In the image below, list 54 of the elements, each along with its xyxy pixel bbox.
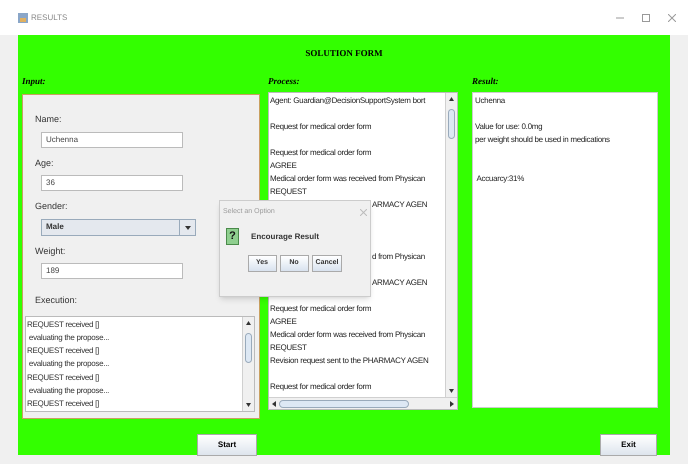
form-heading: SOLUTION FORM [305,47,383,60]
gender-dropdown[interactable]: Male [41,218,196,236]
section-label: Input: [22,74,47,88]
text-line: ARMACY AGEN [372,199,428,211]
text-line: Accuarcy:31% [475,173,524,185]
text-line: ARMACY AGEN [372,277,428,289]
section-label: Result: [472,74,500,88]
close-icon[interactable] [360,208,367,216]
text-line: Request for medical order form [270,147,372,159]
start-button[interactable]: Start [197,434,257,456]
field-label: Gender: [35,200,68,213]
maximize-icon[interactable] [642,14,650,22]
vertical-scrollbar[interactable] [242,316,254,410]
text-line: REQUEST [270,342,308,354]
scroll-thumb[interactable] [448,109,455,139]
close-icon[interactable] [668,14,676,22]
text-line: Medical order form was received from Physican [270,329,426,341]
scroll-thumb[interactable] [245,332,252,362]
log-line: evaluating the propose... [28,358,110,370]
text-line: d from Physican [372,251,425,263]
field-label: Weight: [35,244,66,258]
horizontal-scrollbar[interactable] [269,397,457,409]
log-line: evaluating the propose... [28,384,110,397]
text-line: AGREE [270,316,298,328]
text-line: Agent: Guardian@DecisionSupportSystem bort [270,95,426,107]
text-line: Medical order form was received from Physican [270,173,426,185]
text-line: Uchenna [475,95,505,107]
text-line: Request for medical order form [270,121,372,133]
text-line: REQUEST [270,186,308,198]
text-line: Request for medical order form [270,381,372,393]
log-line: REQUEST received [] [27,372,99,384]
question-icon: ? [226,228,239,245]
window-title: RESULTS [31,12,68,24]
text-line: Revision request sent to the PHARMACY AGEN [270,355,430,367]
input-field[interactable]: 36 [41,175,183,191]
field-label: Execution: [35,294,78,307]
text-line: Value for use: 0.0mg [475,121,542,133]
text-line: per weight should be used in medications [475,134,610,146]
input-field[interactable]: Uchenna [41,132,183,148]
field-label: Age: [35,156,54,170]
log-line: REQUEST received [] [27,398,99,410]
dialog-message: Encourage Result [251,230,320,242]
section-label: Process: [268,74,300,88]
field-label: Name: [35,113,62,126]
input-field[interactable]: 189 [41,263,183,279]
log-line: REQUEST received [] [27,318,99,331]
log-line: evaluating the propose... [28,332,110,344]
scroll-thumb[interactable] [279,400,409,408]
exit-button[interactable]: Exit [600,434,657,456]
text-line: Request for medical order form [270,303,372,315]
log-line: REQUEST received [] [27,345,99,358]
app-icon [18,12,28,22]
vertical-scrollbar[interactable] [445,93,457,397]
text-line: AGREE [270,160,298,172]
